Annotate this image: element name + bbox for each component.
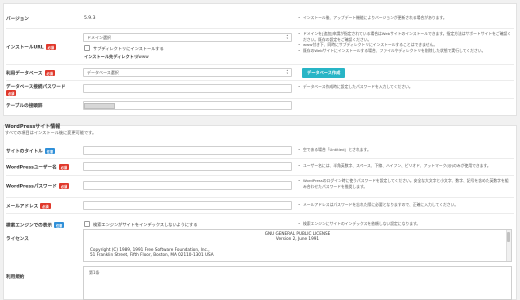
agreement-text: 第1条 bbox=[89, 270, 100, 275]
username-input[interactable] bbox=[83, 162, 292, 171]
create-database-button[interactable]: データベース作成 bbox=[302, 68, 346, 78]
divider bbox=[6, 197, 514, 198]
password-input[interactable] bbox=[83, 181, 292, 190]
site-title-input[interactable] bbox=[83, 146, 292, 155]
version-value: 5.9.3 bbox=[84, 16, 96, 21]
divider bbox=[6, 28, 514, 29]
required-badge: 必須 bbox=[40, 203, 51, 209]
table-prefix-label: テーブルの接頭辞 bbox=[6, 104, 43, 109]
divider bbox=[6, 158, 514, 159]
email-label: メールアドレス 必須 bbox=[6, 203, 51, 210]
scrollbar-thumb[interactable] bbox=[507, 232, 510, 242]
domain-select[interactable]: ドメイン選択 bbox=[83, 33, 292, 42]
site-title-label: サイトのタイトル 任意 bbox=[6, 148, 56, 155]
noindex-checkbox-label: 検索エンジンがサイトをインデックスしないようにする bbox=[93, 222, 198, 227]
agreement-textarea[interactable]: 第1条 bbox=[83, 266, 512, 300]
divider bbox=[6, 64, 514, 65]
noindex-checkbox[interactable] bbox=[84, 221, 90, 227]
optional-badge: 任意 bbox=[53, 222, 65, 228]
divider bbox=[6, 80, 514, 81]
db-password-input[interactable] bbox=[83, 84, 292, 93]
database-select[interactable]: データベース選択 bbox=[83, 68, 292, 77]
table-prefix-value-masked bbox=[84, 103, 115, 109]
db-password-badge-wrap: 必須 bbox=[6, 90, 17, 97]
license-label: ライセンス bbox=[6, 237, 29, 242]
optional-badge: 任意 bbox=[44, 148, 56, 154]
license-version: Version 2, June 1991 bbox=[275, 236, 320, 242]
divider bbox=[6, 98, 514, 99]
required-badge: 必須 bbox=[58, 164, 70, 170]
section-title: WordPressサイト情報 bbox=[5, 124, 61, 130]
subdirectory-checkbox[interactable] bbox=[84, 45, 90, 51]
required-badge: 必須 bbox=[6, 90, 17, 96]
license-address: 51 Franklin Street, Fifth Floor, Boston,… bbox=[90, 251, 214, 257]
version-label: バージョン bbox=[6, 17, 29, 22]
required-badge: 必須 bbox=[45, 44, 57, 50]
dest-dir-value: /www bbox=[137, 54, 149, 59]
site-title-help: 空である場合「Untitled」とされます。 bbox=[298, 147, 512, 153]
agreement-label: 利用規約 bbox=[6, 275, 25, 280]
email-help: メールアドレスはパスワードを忘れた際に必要となりますので、正確に入力してください… bbox=[298, 202, 512, 208]
version-help: インストール後、アップデート機能によりバージョンが更新される場合があります。 bbox=[298, 15, 512, 21]
required-badge: 必須 bbox=[44, 70, 55, 76]
search-engine-label: 検索エンジンでの表示 任意 bbox=[6, 222, 65, 229]
section-subtitle: すべての項目はインストール後に変更可能です。 bbox=[5, 130, 97, 135]
license-scrollbar[interactable] bbox=[506, 230, 511, 261]
subdirectory-checkbox-label: サブディレクトリにインストールする bbox=[93, 46, 164, 51]
required-badge: 必須 bbox=[58, 183, 70, 189]
install-url-help: ドメインを[追加]申請が指定されている場合はWebサイトのインストールできます。… bbox=[298, 31, 512, 53]
dest-dir-label: インストール先ディレクトリ bbox=[84, 54, 139, 59]
search-engine-help: 検索エンジンにサイトのインデックスを依頼しない設定になります。 bbox=[298, 221, 512, 227]
username-label: WordPressユーザー名 必須 bbox=[6, 164, 70, 171]
email-input[interactable] bbox=[83, 201, 292, 210]
install-url-label: インストールURL 必須 bbox=[6, 44, 57, 51]
divider bbox=[6, 213, 514, 214]
username-help: ユーザー名には、半角英数字、スペース、下線、ハイフン、ピリオド、アットマーク(@… bbox=[298, 163, 512, 169]
divider bbox=[6, 175, 514, 176]
database-label: 利用データベース 必須 bbox=[6, 70, 55, 77]
password-label: WordPressパスワード 必須 bbox=[6, 183, 70, 190]
license-textarea[interactable]: GNU GENERAL PUBLIC LICENSE Version 2, Ju… bbox=[83, 229, 512, 262]
password-help: WordPressのログイン時に使うパスワードを設定してください。安全な大文字と… bbox=[298, 178, 512, 189]
db-password-help: データベース作成時に設定したパスワードを入力してください。 bbox=[298, 84, 512, 90]
